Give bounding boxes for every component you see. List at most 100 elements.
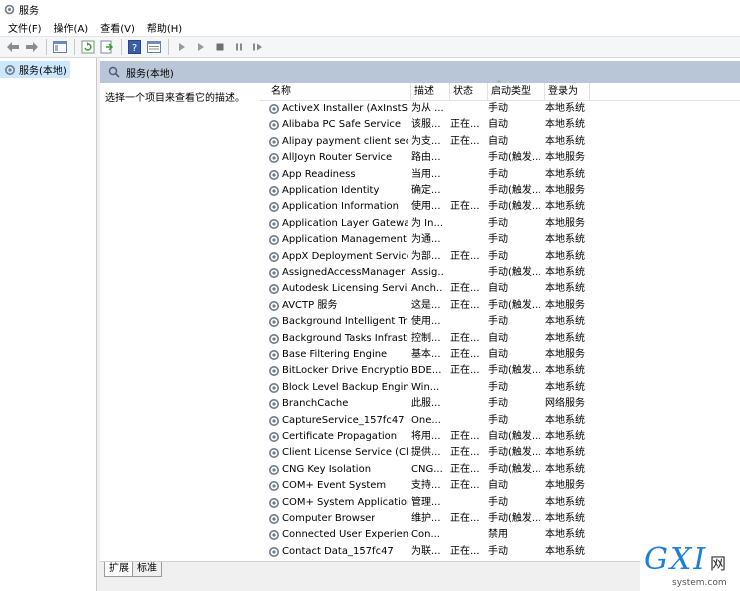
service-row[interactable]: AVCTP 服务 这是... 正在... 手动(触发... 本地服务 <box>260 298 740 314</box>
service-gear-icon <box>268 464 280 476</box>
service-row[interactable]: Certificate Propagation 将用... 正在... 自动(触发..… <box>260 429 740 445</box>
service-name: ActiveX Installer (AxInstSV) <box>282 103 408 114</box>
service-status <box>450 396 480 412</box>
service-row[interactable]: Background Intelligent Tra...使用... 手动 本地系统 <box>260 314 740 330</box>
service-row[interactable]: COM+ Event System 支持... 正在... 自动 本地服务 <box>260 478 740 494</box>
service-name: Application Identity <box>282 185 380 196</box>
service-row[interactable]: Application Layer Gateway ...为 In... 手动 本地… <box>260 216 740 232</box>
service-name-cell: Application Identity <box>268 183 408 199</box>
service-logon-as: 网络服务 <box>545 398 585 410</box>
column-header-startup-type[interactable]: 启动类型 <box>488 83 545 101</box>
service-row[interactable]: Alipay payment client secu...为支... 正在... 自… <box>260 134 740 150</box>
service-status: 正在... <box>450 119 480 131</box>
service-description: 控制... <box>411 332 441 344</box>
service-row[interactable]: CNG Key Isolation CNG... 正在... 手动(触发... 本地系统 <box>260 462 740 478</box>
service-logon-as: 本地服务 <box>545 349 585 360</box>
service-startup-type: 手动 <box>488 496 508 508</box>
service-name: Computer Browser <box>282 513 376 524</box>
service-startup-type: 手动(触发... <box>488 365 540 377</box>
service-status <box>450 495 480 511</box>
service-status <box>450 413 480 429</box>
tree-item-services-local[interactable]: 服务(本地) <box>0 61 70 78</box>
column-header-name[interactable]: 名称 <box>268 83 411 101</box>
service-status: 正在... <box>450 332 480 344</box>
menu-help[interactable]: 帮助(H) <box>147 20 182 35</box>
help-icon[interactable]: ? <box>126 39 143 56</box>
service-description: 确定... <box>411 185 441 196</box>
service-row[interactable]: Application Information 使用... 正在... 手动(触发..… <box>260 199 740 215</box>
stop-icon[interactable] <box>211 39 228 56</box>
watermark-net: 网 <box>710 554 727 573</box>
service-row[interactable]: App Readiness 当用... 手动 本地系统 <box>260 167 740 183</box>
tab-extended[interactable]: 扩展 <box>104 562 134 577</box>
service-name: Autodesk Licensing Service <box>282 283 408 295</box>
service-startup-type: 手动 <box>488 398 508 410</box>
service-startup-type: 手动(触发... <box>488 201 540 213</box>
service-status: 正在... <box>450 513 480 524</box>
column-header-description[interactable]: 描述 <box>411 83 450 101</box>
forward-arrow-icon[interactable] <box>23 39 40 56</box>
service-gear-icon <box>268 119 280 131</box>
service-row[interactable]: Computer Browser 维护... 正在... 手动(触发... 本地系统 <box>260 511 740 527</box>
service-row[interactable]: BitLocker Drive Encryption ...BDE... 正在..… <box>260 363 740 379</box>
service-description: 为部... <box>411 250 441 262</box>
menu-action[interactable]: 操作(A) <box>54 20 89 35</box>
service-row[interactable]: AppX Deployment Service ...为部... 正在... 手动 本… <box>260 249 740 265</box>
resume-icon[interactable] <box>249 39 266 56</box>
service-logon-as: 本地系统 <box>545 496 585 508</box>
play-outline-icon[interactable] <box>192 39 209 56</box>
service-gear-icon <box>268 201 280 213</box>
service-startup-type: 手动 <box>488 217 508 229</box>
service-row[interactable]: Client License Service (Clip...提供... 正在..… <box>260 445 740 461</box>
pause-icon[interactable] <box>230 39 247 56</box>
service-row[interactable]: COM+ System Application 管理... 手动 本地系统 <box>260 495 740 511</box>
service-logon-as: 本地系统 <box>545 513 585 524</box>
tab-standard[interactable]: 标准 <box>132 562 162 577</box>
properties-icon[interactable] <box>145 39 162 56</box>
service-description: Assig... <box>411 267 443 278</box>
service-gear-icon <box>268 103 280 115</box>
svg-text:?: ? <box>132 43 137 54</box>
service-row[interactable]: Alibaba PC Safe Service 该服... 正在... 自动 本地系统 <box>260 117 740 133</box>
service-row[interactable]: Base Filtering Engine 基本... 正在... 自动 本地服务 <box>260 347 740 363</box>
show-tree-icon[interactable] <box>51 39 68 56</box>
refresh-icon[interactable] <box>79 39 96 56</box>
service-row[interactable]: CaptureService_157fc47 One... 手动 本地系统 <box>260 413 740 429</box>
watermark-logo: GXI 网 system.com <box>640 540 740 591</box>
service-name: Alipay payment client secu... <box>282 135 408 147</box>
service-logon-as: 本地系统 <box>545 283 585 295</box>
service-logon-as: 本地系统 <box>545 250 585 262</box>
service-row[interactable]: Background Tasks Infrastru...控制... 正在... 自… <box>260 331 740 347</box>
service-row[interactable]: BranchCache 此服... 手动 网络服务 <box>260 396 740 412</box>
service-row[interactable]: Application Identity 确定... 手动(触发... 本地服务 <box>260 183 740 199</box>
service-row[interactable]: ActiveX Installer (AxInstSV) 为从 ... 手动 本地系统 <box>260 101 740 117</box>
service-status: 正在... <box>450 201 480 213</box>
service-status: 正在... <box>450 365 480 377</box>
service-row[interactable]: Block Level Backup Engine ...Win... 手动 本地系… <box>260 380 740 396</box>
tree-item-label: 服务(本地) <box>19 66 67 77</box>
service-description: 当用... <box>411 168 441 180</box>
export-icon[interactable] <box>98 39 115 56</box>
service-startup-type: 手动(触发... <box>488 267 540 278</box>
menu-view[interactable]: 查看(V) <box>100 20 135 35</box>
service-name-cell: COM+ System Application <box>268 495 408 511</box>
service-row[interactable]: Autodesk Licensing Service Anch... 正在... 自动… <box>260 281 740 297</box>
service-row[interactable]: Application Management 为通... 手动 本地系统 <box>260 232 740 248</box>
service-name-cell: Background Tasks Infrastru... <box>268 331 408 347</box>
service-name-cell: Block Level Backup Engine ... <box>268 380 408 396</box>
service-name-cell: Application Management <box>268 232 408 248</box>
service-gear-icon <box>268 365 280 377</box>
back-arrow-icon[interactable] <box>4 39 21 56</box>
menu-file[interactable]: 文件(F) <box>8 20 42 35</box>
service-row[interactable]: AllJoyn Router Service 路由... 手动(触发... 本地服务 <box>260 150 740 166</box>
service-name: AppX Deployment Service ... <box>282 250 408 262</box>
service-row[interactable]: AssignedAccessManager ...Assig... 手动(触发..… <box>260 265 740 281</box>
watermark-text: GXI <box>644 542 708 577</box>
column-header-status[interactable]: 状态 <box>450 83 488 101</box>
service-description: 使用... <box>411 316 441 328</box>
play-icon[interactable] <box>173 39 190 56</box>
service-name: App Readiness <box>282 168 356 180</box>
service-name: COM+ Event System <box>282 480 387 492</box>
service-gear-icon <box>268 234 280 246</box>
column-header-logon-as[interactable]: 登录为 <box>545 83 590 101</box>
